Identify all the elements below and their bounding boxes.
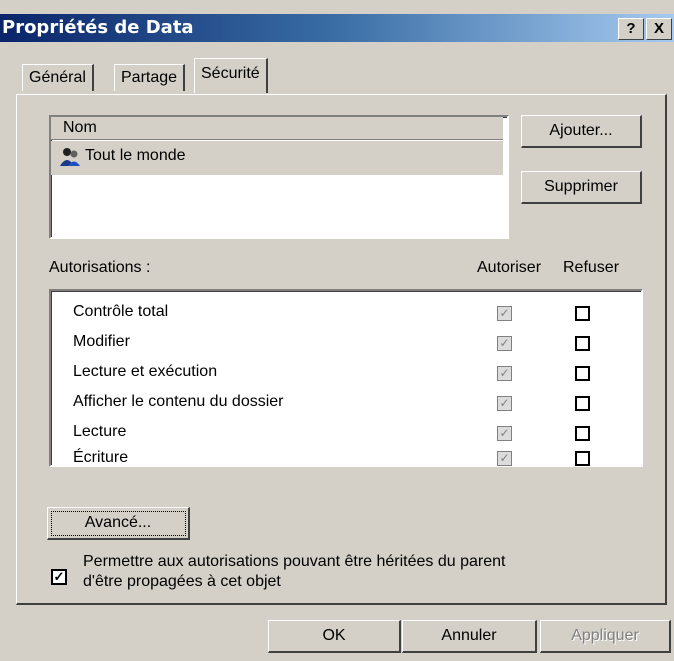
apply-button-label: Appliquer — [571, 627, 639, 644]
ok-button[interactable]: OK — [268, 620, 401, 653]
tab-sharing[interactable]: Partage — [114, 64, 186, 91]
tab-general[interactable]: Général — [22, 64, 94, 91]
add-button-label: Ajouter... — [549, 122, 613, 139]
deny-checkbox[interactable] — [575, 396, 590, 411]
advanced-button-label: Avancé... — [84, 514, 152, 531]
deny-checkbox[interactable] — [575, 336, 590, 351]
permission-row: Contrôle total ✓ — [51, 299, 641, 329]
permission-label: Afficher le contenu du dossier — [73, 393, 284, 410]
permission-label: Lecture et exécution — [73, 363, 218, 380]
allow-checkbox: ✓ — [497, 426, 512, 441]
apply-button[interactable]: Appliquer — [540, 620, 671, 653]
deny-checkbox[interactable] — [575, 366, 590, 381]
permissions-list: Contrôle total ✓ Modifier ✓ Lecture et e… — [49, 289, 643, 467]
cancel-button[interactable]: Annuler — [402, 620, 537, 653]
permission-row: Lecture et exécution ✓ — [51, 359, 641, 389]
permission-row: Écriture ✓ — [51, 449, 641, 466]
deny-checkbox[interactable] — [575, 426, 590, 441]
list-header[interactable]: Nom — [51, 117, 503, 140]
allow-checkbox: ✓ — [497, 396, 512, 411]
allow-header: Autoriser — [477, 259, 542, 276]
permission-label: Lecture — [73, 423, 127, 440]
title-bar: Propriétés de Data ? X — [0, 14, 674, 42]
cancel-button-label: Annuler — [441, 627, 497, 644]
user-list[interactable]: Nom Tout le monde — [49, 115, 509, 239]
add-button[interactable]: Ajouter... — [521, 115, 642, 148]
inherit-checkbox[interactable]: ✓ — [51, 569, 67, 585]
permission-row: Lecture ✓ — [51, 419, 641, 449]
group-users-icon — [60, 148, 80, 166]
inherit-label-line1: Permettre aux autorisations pouvant être… — [83, 553, 506, 570]
deny-header: Refuser — [563, 259, 620, 276]
inherit-label-line2: d'être propagées à cet objet — [83, 573, 281, 590]
close-button[interactable]: X — [646, 18, 672, 40]
tab-security[interactable]: Sécurité — [194, 58, 268, 93]
allow-checkbox: ✓ — [497, 306, 512, 321]
deny-checkbox[interactable] — [575, 306, 590, 321]
allow-checkbox: ✓ — [497, 366, 512, 381]
column-name-header: Nom — [63, 119, 97, 136]
permission-label: Contrôle total — [73, 303, 169, 320]
remove-button[interactable]: Supprimer — [521, 171, 642, 204]
remove-button-label: Supprimer — [544, 178, 618, 195]
permissions-label: Autorisations : — [49, 259, 151, 276]
window-title: Propriétés de Data — [2, 17, 194, 38]
user-name: Tout le monde — [85, 147, 186, 164]
properties-dialog: Propriétés de Data ? X Général Partage S… — [0, 0, 674, 661]
permission-label: Modifier — [73, 333, 130, 350]
deny-checkbox[interactable] — [575, 451, 590, 466]
list-item[interactable]: Tout le monde — [51, 141, 503, 175]
ok-button-label: OK — [322, 627, 346, 644]
permission-label: Écriture — [73, 449, 129, 466]
tab-strip: Général Partage Sécurité — [0, 54, 674, 94]
security-panel: Nom Tout le monde Ajouter... Supprimer A… — [16, 94, 667, 605]
permission-row: Modifier ✓ — [51, 329, 641, 359]
allow-checkbox: ✓ — [497, 336, 512, 351]
permission-row: Afficher le contenu du dossier ✓ — [51, 389, 641, 419]
help-button[interactable]: ? — [618, 18, 644, 40]
advanced-button[interactable]: Avancé... — [47, 507, 190, 540]
allow-checkbox: ✓ — [497, 451, 512, 466]
